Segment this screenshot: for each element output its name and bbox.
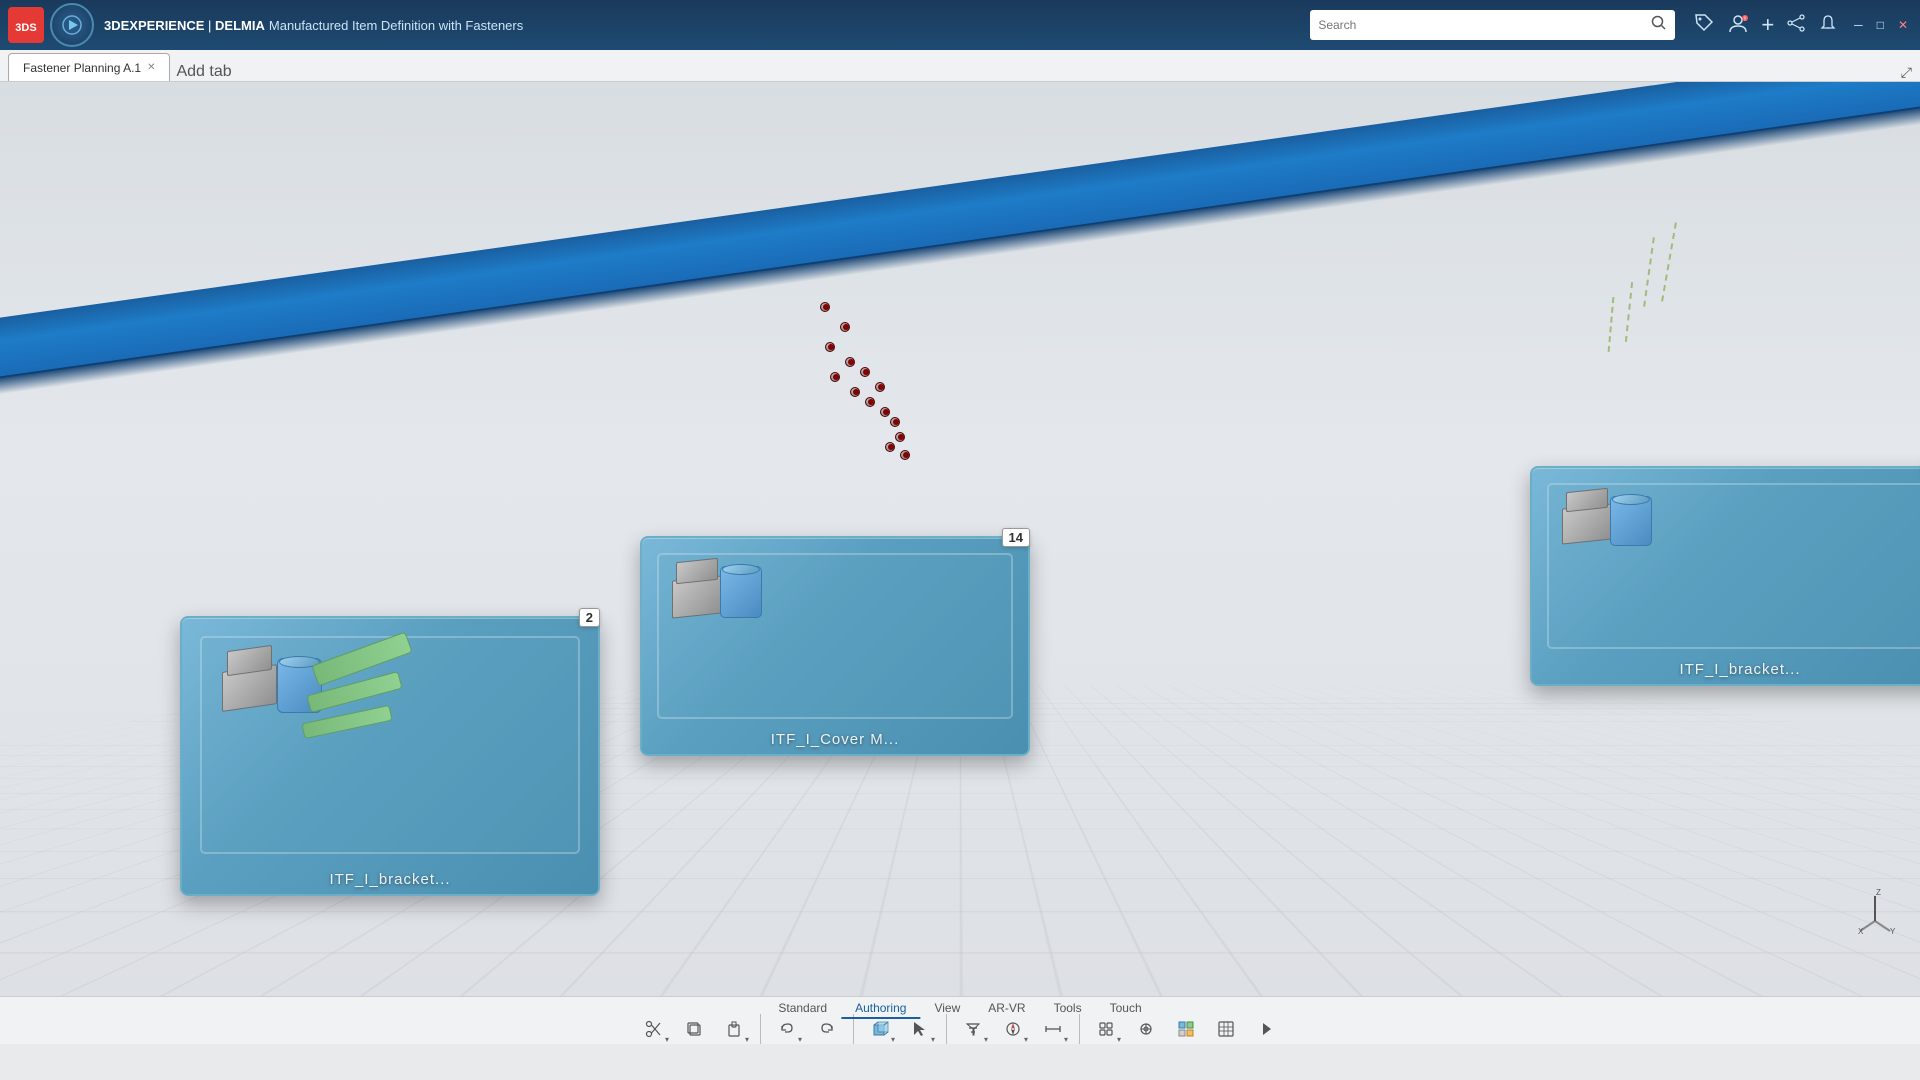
search-input[interactable] [1318, 18, 1651, 32]
tab-close-button[interactable]: ✕ [147, 62, 155, 73]
card-3-label: ITF_I_bracket... [1532, 655, 1920, 684]
card-1-label: ITF_I_bracket... [182, 865, 598, 894]
window-controls: ─ □ ✕ [1850, 18, 1912, 32]
dashed-path-4 [1608, 297, 1615, 352]
dashed-path-3 [1625, 282, 1633, 342]
title-bar-actions: ! + [1727, 12, 1838, 39]
tool-group-edit: ▾ ▾ [635, 1010, 753, 1048]
add-icon[interactable]: + [1761, 12, 1774, 38]
search-icon[interactable] [1651, 15, 1667, 36]
title-bar: 3DS 3DEXPERIENCE | DELMIA Manufactured I… [0, 0, 1920, 50]
viewport[interactable]: 2 ITF_I_bracket... 14 [0, 82, 1920, 996]
svg-text:Y: Y [1890, 927, 1896, 936]
copy-tool[interactable] [675, 1010, 713, 1048]
grid-tool[interactable] [1207, 1010, 1245, 1048]
cut-tool[interactable]: ▾ [635, 1010, 673, 1048]
platform-card-1[interactable]: 2 ITF_I_bracket... [180, 616, 600, 896]
toolbar-tab-tools[interactable]: Tools [1040, 999, 1096, 1019]
tab-bar: Fastener Planning A.1 ✕ Add tab ⤢ [0, 50, 1920, 82]
platform-base-1: 2 ITF_I_bracket... [180, 616, 600, 896]
svg-text:3DS: 3DS [15, 22, 36, 34]
platform-base-3: 20 ITF_I_bracket... [1530, 466, 1920, 686]
minimize-button[interactable]: ─ [1850, 18, 1867, 32]
toolbar-tab-arvr[interactable]: AR-VR [974, 999, 1039, 1019]
card-2-label: ITF_I_Cover M... [642, 725, 1028, 754]
close-button[interactable]: ✕ [1894, 18, 1912, 32]
search-bar [1310, 10, 1675, 40]
svg-text:Z: Z [1876, 888, 1881, 897]
platform-card-3[interactable]: 20 ITF_I_bracket... [1530, 466, 1920, 686]
add-tab-button[interactable]: Add tab [176, 63, 231, 81]
user-icon[interactable]: ! [1727, 12, 1749, 39]
toolbar-tab-authoring[interactable]: Authoring [841, 999, 920, 1019]
tag-icon[interactable] [1693, 12, 1715, 39]
toolbar-tab-touch[interactable]: Touch [1096, 999, 1156, 1019]
tool-sep-1 [760, 1014, 761, 1044]
platform-card-2[interactable]: 14 ITF_I_Cover M... [640, 536, 1030, 756]
toolbar-tab-view[interactable]: View [920, 999, 974, 1019]
notifications-icon[interactable] [1818, 13, 1838, 38]
app-logo: 3DS [8, 7, 44, 43]
platform-base-2: 14 ITF_I_Cover M... [640, 536, 1030, 756]
paste-tool[interactable]: ▾ [715, 1010, 753, 1048]
render-tool[interactable] [1167, 1010, 1205, 1048]
tab-label: Fastener Planning A.1 [23, 61, 141, 75]
maximize-button[interactable]: □ [1873, 18, 1888, 32]
svg-text:X: X [1858, 927, 1864, 936]
card-2-count: 14 [1002, 528, 1030, 547]
share-icon[interactable] [1786, 13, 1806, 38]
card-1-count: 2 [579, 608, 600, 627]
axis-indicator: X Y Z [1850, 886, 1900, 936]
brand-title: 3DEXPERIENCE | DELMIA [104, 18, 265, 33]
bottom-toolbar: Standard Authoring View AR-VR Tools Touc… [0, 996, 1920, 1044]
toolbar-tab-standard[interactable]: Standard [764, 999, 841, 1019]
dashed-path-2 [1643, 237, 1655, 307]
module-title: Manufactured Item Definition with Fasten… [269, 18, 523, 33]
play-button[interactable] [50, 3, 94, 47]
more-tool[interactable] [1247, 1010, 1285, 1048]
expand-button[interactable]: ⤢ [1901, 64, 1912, 81]
active-tab[interactable]: Fastener Planning A.1 ✕ [8, 53, 170, 81]
dashed-path-1 [1661, 222, 1677, 301]
